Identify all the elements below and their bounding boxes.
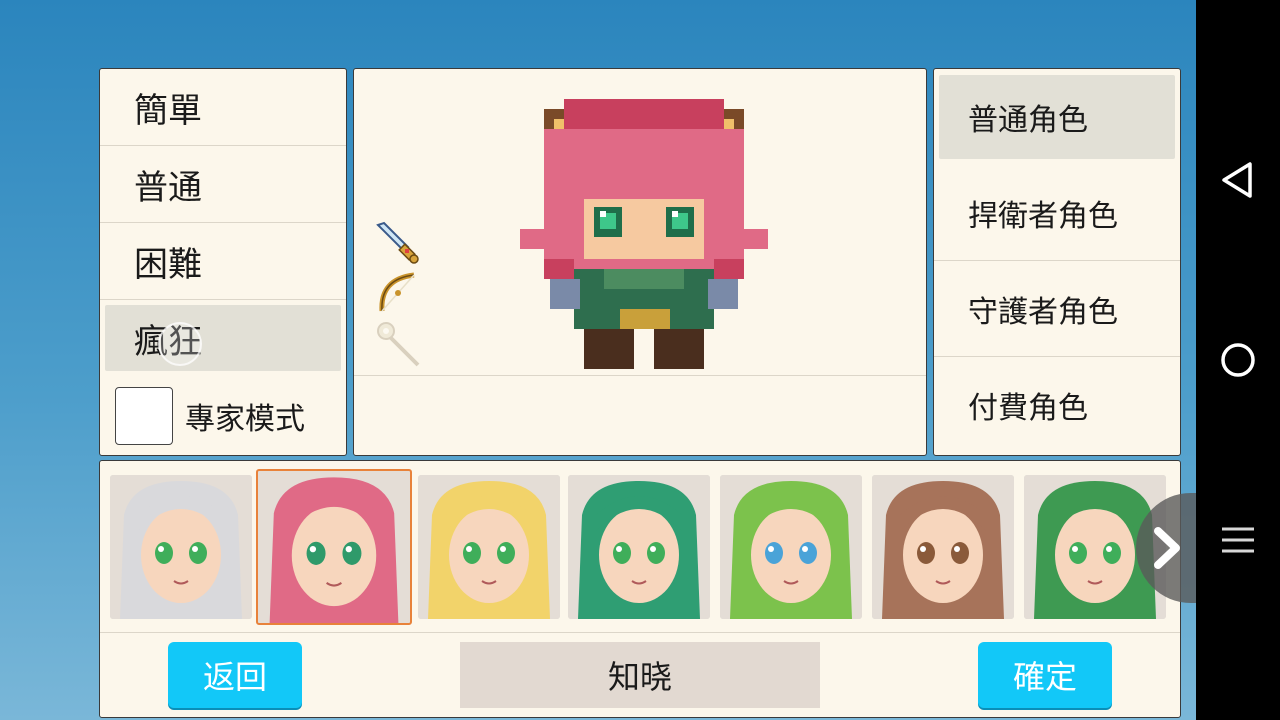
difficulty-normal-label: 普通 <box>134 167 202 208</box>
difficulty-easy-label: 簡單 <box>134 90 202 131</box>
role-defender-label: 捍衛者角色 <box>968 198 1118 234</box>
triangle-back-icon <box>1222 162 1252 198</box>
hint-button-label: 知晓 <box>607 658 672 696</box>
portrait-blonde-elf-girl[interactable] <box>418 475 560 619</box>
portrait-face-icon <box>720 475 862 619</box>
menu-lines-icon <box>1222 527 1254 553</box>
nav-home-button[interactable] <box>1216 338 1260 382</box>
role-panel: 普通角色 捍衛者角色 守護者角色 付費角色 <box>933 68 1181 456</box>
circle-home-icon <box>1221 343 1255 377</box>
role-guardian-label: 守護者角色 <box>968 294 1118 330</box>
portrait-pink-haired-fox-girl[interactable] <box>256 469 412 625</box>
nav-back-button[interactable] <box>1216 158 1260 202</box>
android-nav-bar <box>1196 0 1280 720</box>
staff-icon <box>377 322 420 367</box>
portrait-brown-haired-girl[interactable] <box>872 475 1014 619</box>
expert-mode-row[interactable]: 專家模式 <box>100 377 346 455</box>
portrait-face-icon <box>259 471 409 623</box>
role-paid[interactable]: 付費角色 <box>934 357 1180 453</box>
nav-menu-button[interactable] <box>1216 518 1260 562</box>
portrait-face-icon <box>110 475 252 619</box>
back-button[interactable]: 返回 <box>168 642 302 708</box>
difficulty-panel: 簡單 普通 困難 瘋狂 專家模式 <box>99 68 347 456</box>
role-normal-label: 普通角色 <box>968 103 1088 138</box>
portrait-lime-haired-girl[interactable] <box>720 475 862 619</box>
confirm-button-label: 確定 <box>1012 658 1077 696</box>
preview-divider <box>354 375 926 376</box>
role-paid-label: 付費角色 <box>968 391 1088 426</box>
difficulty-normal[interactable]: 普通 <box>100 146 346 223</box>
back-button-label: 返回 <box>202 658 267 696</box>
portrait-green-haired-woman[interactable] <box>568 475 710 619</box>
difficulty-insane[interactable]: 瘋狂 <box>105 305 341 371</box>
character-select-panel: 返回 知晓 確定 <box>99 460 1196 718</box>
sword-icon <box>376 221 419 264</box>
expert-mode-label: 專家模式 <box>185 402 305 437</box>
portrait-face-icon <box>872 475 1014 619</box>
bow-icon <box>379 272 415 312</box>
character-sprite <box>520 99 768 369</box>
difficulty-easy[interactable]: 簡單 <box>100 69 346 146</box>
difficulty-hard-label: 困難 <box>134 244 202 285</box>
hint-button[interactable]: 知晓 <box>460 642 820 708</box>
character-preview-panel <box>353 68 927 456</box>
portrait-face-icon <box>568 475 710 619</box>
role-defender[interactable]: 捍衛者角色 <box>934 165 1180 261</box>
expert-mode-checkbox[interactable] <box>115 387 173 445</box>
difficulty-hard[interactable]: 困難 <box>100 223 346 300</box>
bottom-divider <box>100 632 1180 633</box>
touch-indicator <box>158 322 202 366</box>
role-normal[interactable]: 普通角色 <box>939 75 1175 159</box>
role-guardian[interactable]: 守護者角色 <box>934 261 1180 357</box>
portrait-silver-haired-girl[interactable] <box>110 475 252 619</box>
confirm-button[interactable]: 確定 <box>978 642 1112 708</box>
portrait-face-icon <box>418 475 560 619</box>
chevron-right-icon <box>1154 527 1180 569</box>
